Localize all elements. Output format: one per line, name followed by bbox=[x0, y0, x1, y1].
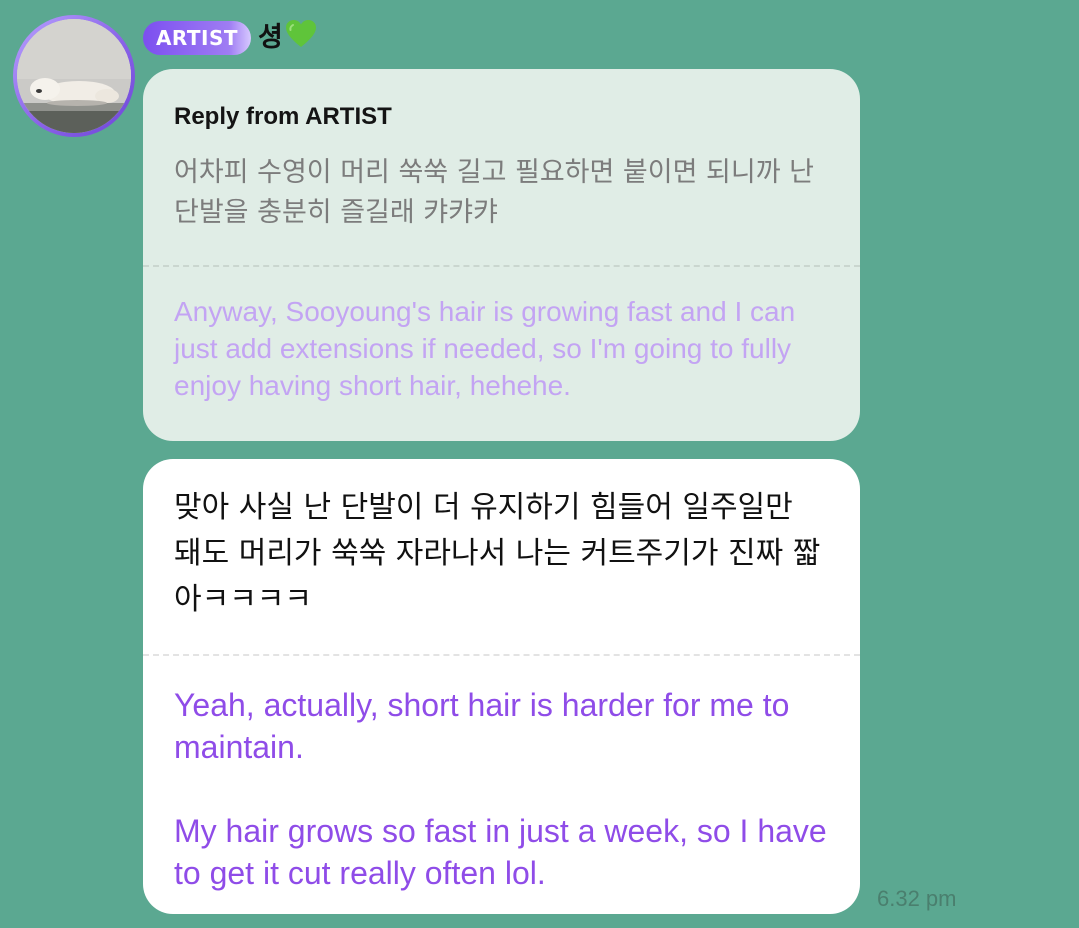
sleeping-dog-image bbox=[17, 19, 131, 133]
message-translation-paragraph-2: My hair grows so fast in just a week, so… bbox=[174, 813, 827, 891]
sender-name-row[interactable]: 셩 bbox=[258, 18, 317, 61]
artist-avatar[interactable] bbox=[13, 15, 135, 137]
reply-original-text: 어차피 수영이 머리 쑥쑥 길고 필요하면 붙이면 되니까 난 단발을 충분히 … bbox=[174, 157, 814, 228]
reply-divider bbox=[143, 265, 860, 267]
reply-translation-text: Anyway, Sooyoung's hair is growing fast … bbox=[174, 296, 796, 401]
message-translation-paragraph-1: Yeah, actually, short hair is harder for… bbox=[174, 687, 790, 765]
sender-name: 셩 bbox=[258, 22, 283, 53]
message-original-text: 맞아 사실 난 단발이 더 유지하기 힘들어 일주일만 돼도 머리가 쑥쑥 자라… bbox=[174, 490, 821, 617]
reply-quote-bubble[interactable]: Reply from ARTIST 어차피 수영이 머리 쑥쑥 길고 필요하면 … bbox=[143, 69, 860, 441]
message-bubble[interactable]: 맞아 사실 난 단발이 더 유지하기 힘들어 일주일만 돼도 머리가 쑥쑥 자라… bbox=[143, 459, 860, 914]
message-timestamp: 6.32 pm bbox=[877, 886, 957, 911]
avatar-photo bbox=[17, 19, 131, 133]
green-heart-icon bbox=[285, 19, 317, 61]
message-divider bbox=[143, 654, 860, 656]
reply-label: Reply from ARTIST bbox=[174, 103, 392, 130]
artist-badge: ARTIST bbox=[143, 21, 251, 55]
